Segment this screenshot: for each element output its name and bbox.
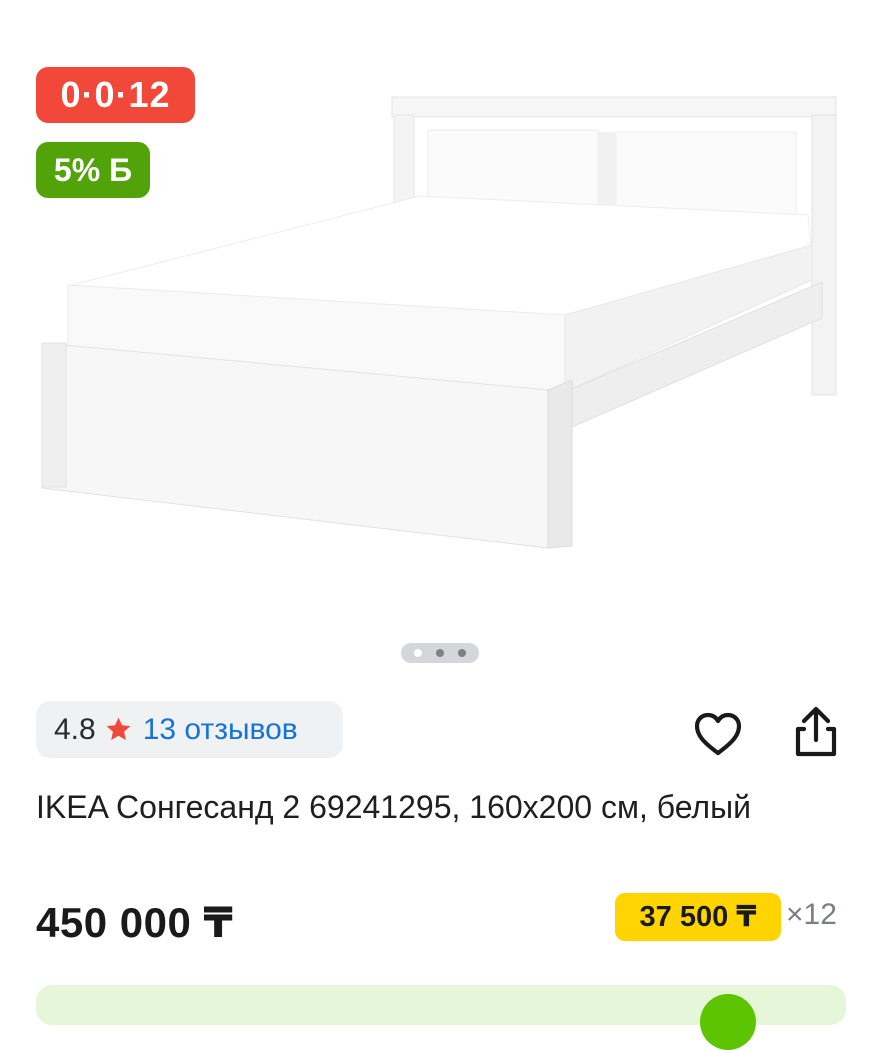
installment-badge: 0·0·12 <box>36 67 195 123</box>
product-gallery[interactable]: 0·0·12 5% Б <box>0 0 881 680</box>
favorite-button[interactable] <box>690 706 746 762</box>
monthly-payment-badge[interactable]: 37 500 ₸ <box>615 893 781 941</box>
pagination-dot[interactable] <box>436 649 444 657</box>
heart-icon <box>694 712 742 756</box>
pagination-dot-active[interactable] <box>414 649 422 657</box>
gallery-pagination[interactable] <box>401 643 479 663</box>
rating-reviews-button[interactable]: 4.8 13 отзывов <box>36 701 343 758</box>
product-price: 450 000 ₸ <box>36 899 234 946</box>
share-button[interactable] <box>788 704 844 760</box>
rating-value: 4.8 <box>54 712 96 746</box>
share-icon <box>795 706 837 757</box>
star-icon <box>104 715 133 744</box>
installment-months: ×12 <box>786 898 837 931</box>
pagination-dot[interactable] <box>458 649 466 657</box>
promo-card-icon <box>700 994 756 1050</box>
bonus-badge: 5% Б <box>36 142 150 198</box>
product-title: IKEA Сонгесанд 2 69241295, 160х200 см, б… <box>36 789 751 825</box>
reviews-link[interactable]: 13 отзывов <box>143 713 298 747</box>
